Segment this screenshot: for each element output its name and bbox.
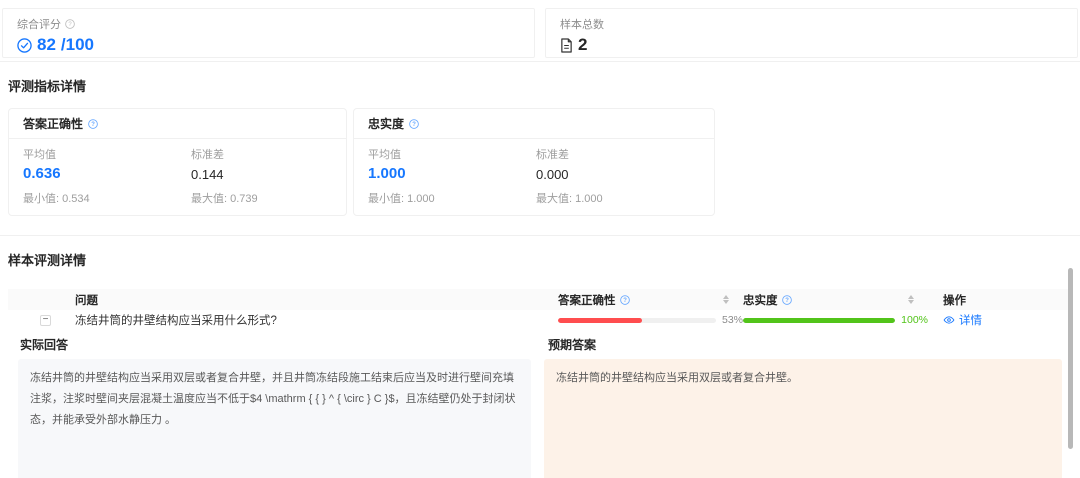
expanded-row-detail: 实际回答 冻结井筒的井壁结构应当采用双层或者复合井壁，并且井筒冻结段施工结束后应… [16,332,1064,478]
svg-text:?: ? [412,122,416,128]
sample-count-label-row: 样本总数 [560,16,1063,32]
divider [0,61,1080,62]
metric-card-faithfulness-body: 平均值 1.000 标准差 0.000 最小值: 1.000 最大值: 1.00… [354,139,714,215]
help-icon[interactable]: ? [65,19,75,29]
header-question-cell: 问题 [75,292,558,308]
mean-label: 平均值 [23,146,191,162]
svg-text:?: ? [623,298,627,304]
samples-table: 问题 答案正确性 ? 忠实度 ? [8,289,1072,478]
max-value: 最大值: 0.739 [191,190,332,206]
svg-text:?: ? [68,22,72,28]
metric-card-correctness-header: 答案正确性 ? [9,109,346,139]
faithfulness-column-header: 忠实度 [743,292,778,308]
table-header-row: 问题 答案正确性 ? 忠实度 ? [8,289,1072,310]
document-icon [560,38,573,53]
help-icon[interactable]: ? [88,119,98,129]
correctness-progress-bar [558,318,716,323]
question-column-header: 问题 [75,292,98,308]
sort-icon[interactable] [723,295,729,304]
action-cell: 详情 [928,312,1072,328]
mean-label: 平均值 [368,146,536,162]
correctness-cell: 53% [558,314,743,326]
min-value: 最小值: 1.000 [368,190,536,206]
help-icon[interactable]: ? [409,119,419,129]
std-label: 标准差 [191,146,332,162]
correctness-progress-fill [558,318,642,323]
sample-count-card: 样本总数 2 [545,8,1078,58]
metrics-section-title: 评测指标详情 [8,76,1080,95]
expected-answer-title: 预期答案 [548,336,1062,353]
check-circle-icon [17,38,32,53]
table-row: − 冻结井筒的井壁结构应当采用什么形式? 53% 100% [8,310,1072,330]
svg-text:?: ? [91,122,95,128]
metric-name: 答案正确性 [23,115,83,132]
header-correctness-cell[interactable]: 答案正确性 ? [558,292,743,308]
detail-link-label: 详情 [959,312,982,328]
sample-count-label: 样本总数 [560,16,604,32]
question-cell: 冻结井筒的井壁结构应当采用什么形式? [75,312,558,328]
collapse-row-button[interactable]: − [40,315,51,326]
svg-text:?: ? [785,298,789,304]
overall-score-suffix: /100 [61,35,94,55]
eye-icon [943,314,955,326]
metric-card-faithfulness: 忠实度 ? 平均值 1.000 标准差 0.000 最小值 [353,108,715,216]
vertical-scrollbar[interactable] [1068,268,1073,449]
summary-row: 综合评分 ? 82/100 样本总数 2 [0,0,1080,58]
evaluation-report-page: 综合评分 ? 82/100 样本总数 2 [0,0,1080,478]
divider [0,235,1080,236]
metric-cards-row: 答案正确性 ? 平均值 0.636 标准差 0.144 最 [8,108,1080,216]
metric-card-faithfulness-header: 忠实度 ? [354,109,714,139]
correctness-percent: 53% [722,314,743,326]
mean-value: 1.000 [368,165,536,182]
samples-section-title: 样本评测详情 [8,250,1080,269]
mean-value: 0.636 [23,165,191,182]
expand-cell: − [8,315,75,326]
sample-count-value: 2 [578,35,587,55]
question-text: 冻结井筒的井壁结构应当采用什么形式? [75,312,277,328]
overall-score-card: 综合评分 ? 82/100 [2,8,535,58]
std-value: 0.144 [191,165,332,182]
detail-link[interactable]: 详情 [943,312,982,328]
sample-count-value-row: 2 [560,35,1063,55]
std-label: 标准差 [536,146,700,162]
header-action-cell: 操作 [928,292,1072,308]
metric-name: 忠实度 [368,115,404,132]
expected-answer-column: 预期答案 冻结井筒的井壁结构应当采用双层或者复合井壁。 [544,332,1062,478]
overall-score-value: 82 [37,35,56,55]
max-value: 最大值: 1.000 [536,190,700,206]
overall-score-label: 综合评分 [17,16,61,32]
help-icon[interactable]: ? [620,295,630,305]
metric-card-correctness: 答案正确性 ? 平均值 0.636 标准差 0.144 最 [8,108,347,216]
expected-answer-text: 冻结井筒的井壁结构应当采用双层或者复合井壁。 [544,359,1062,478]
faithfulness-percent: 100% [901,314,928,326]
actual-answer-title: 实际回答 [20,336,531,353]
min-value: 最小值: 0.534 [23,190,191,206]
sort-icon[interactable] [908,295,914,304]
std-value: 0.000 [536,165,700,182]
actual-answer-text: 冻结井筒的井壁结构应当采用双层或者复合井壁，并且井筒冻结段施工结束后应当及时进行… [18,359,531,478]
action-column-header: 操作 [943,292,966,308]
faithfulness-progress-bar [743,318,895,323]
actual-answer-column: 实际回答 冻结井筒的井壁结构应当采用双层或者复合井壁，并且井筒冻结段施工结束后应… [16,332,531,478]
faithfulness-cell: 100% [743,314,928,326]
faithfulness-progress-fill [743,318,895,323]
help-icon[interactable]: ? [782,295,792,305]
correctness-column-header: 答案正确性 [558,292,616,308]
overall-score-label-row: 综合评分 ? [17,16,520,32]
metric-card-correctness-body: 平均值 0.636 标准差 0.144 最小值: 0.534 最大值: 0.73… [9,139,346,215]
overall-score-value-row: 82/100 [17,35,520,55]
header-faithfulness-cell[interactable]: 忠实度 ? [743,292,928,308]
